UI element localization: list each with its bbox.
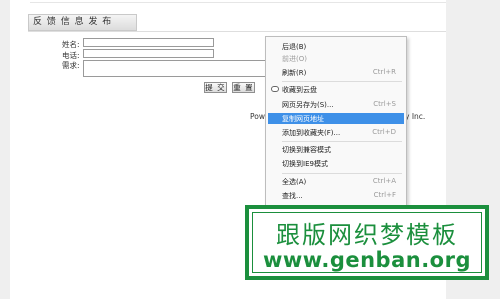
request-label: 需求: [62,61,80,70]
footer-text-left: Pow [250,112,265,121]
name-label: 姓名: [62,40,80,49]
menu-item-ie9-mode[interactable]: 切换到IE9模式 [268,158,404,169]
submit-button[interactable]: 提 交 [204,82,227,93]
menu-item-back[interactable]: 后退(B) [268,41,404,52]
menu-separator [282,141,402,142]
context-menu: 后退(B) 前进(O) 刷新(R) Ctrl+R 收藏到云盘 网页另存为(S).… [265,36,407,208]
menu-item-save-as[interactable]: 网页另存为(S)... Ctrl+S [268,99,404,110]
watermark-logo: 跟版网织梦模板 www.genban.org [245,205,489,280]
menu-item-find[interactable]: 查找... Ctrl+F [268,190,404,201]
menu-item-select-all[interactable]: 全选(A) Ctrl+A [268,176,404,187]
menu-item-copy-url[interactable]: 复制网页地址 [268,113,404,124]
top-divider [30,2,446,3]
name-input[interactable] [83,38,214,47]
phone-input[interactable] [83,49,214,58]
menu-item-forward[interactable]: 前进(O) [268,53,404,64]
watermark-title: 跟版网织梦模板 [276,221,458,249]
footer-text-right: y Inc. [405,112,426,121]
menu-item-save-to-cloud[interactable]: 收藏到云盘 [268,84,404,95]
header-divider [28,31,446,32]
menu-item-add-favorite[interactable]: 添加到收藏夹(F)... Ctrl+D [268,127,404,138]
cloud-icon [271,86,279,92]
section-title: 反 馈 信 息 发 布 [28,14,137,31]
menu-separator [282,173,402,174]
menu-item-refresh[interactable]: 刷新(R) Ctrl+R [268,67,404,78]
menu-separator [282,81,402,82]
watermark-url: www.genban.org [262,248,471,272]
menu-item-compat-mode[interactable]: 切换到兼容模式 [268,144,404,155]
request-textarea[interactable] [83,60,275,77]
reset-button[interactable]: 重 置 [232,82,255,93]
